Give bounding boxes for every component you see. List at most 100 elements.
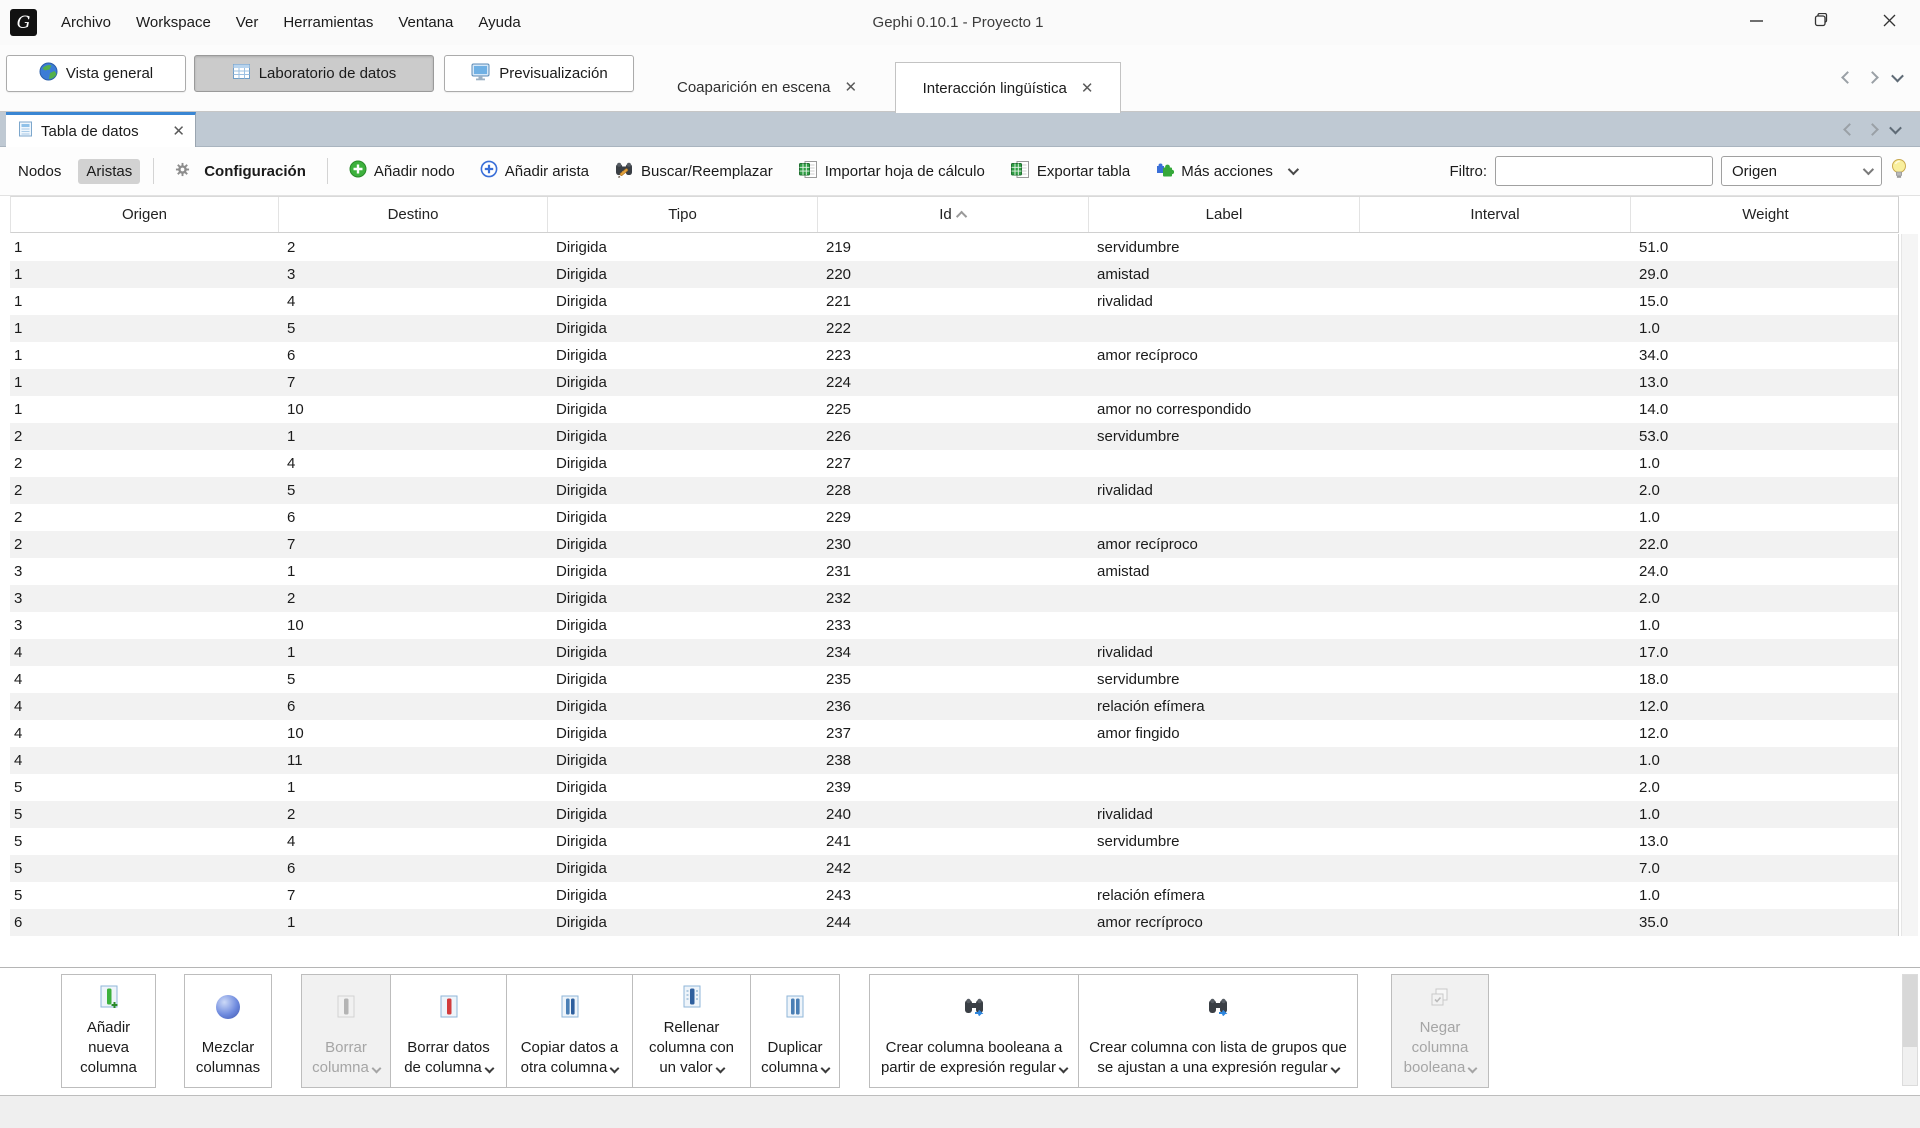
- table-cell[interactable]: 1: [278, 909, 547, 936]
- table-cell[interactable]: 232: [817, 585, 1088, 612]
- table-cell[interactable]: 229: [817, 504, 1088, 531]
- table-cell[interactable]: 6: [10, 909, 278, 936]
- table-cell[interactable]: 1.0: [1630, 450, 1899, 477]
- table-row[interactable]: 110Dirigida225amor no correspondido14.0: [10, 396, 1898, 423]
- table-cell[interactable]: 220: [817, 261, 1088, 288]
- clear-column-data-button[interactable]: Borrar datos de columna: [390, 974, 507, 1088]
- table-cell[interactable]: 234: [817, 639, 1088, 666]
- table-cell[interactable]: 10: [278, 612, 547, 639]
- table-cell[interactable]: Dirigida: [547, 342, 817, 369]
- column-header-tipo[interactable]: Tipo: [548, 197, 818, 232]
- column-header-id[interactable]: Id: [818, 197, 1089, 232]
- table-cell[interactable]: 1.0: [1630, 504, 1899, 531]
- table-cell[interactable]: 1: [10, 342, 278, 369]
- table-cell[interactable]: rivalidad: [1088, 639, 1359, 666]
- table-row[interactable]: 310Dirigida2331.0: [10, 612, 1898, 639]
- table-row[interactable]: 411Dirigida2381.0: [10, 747, 1898, 774]
- table-row[interactable]: 32Dirigida2322.0: [10, 585, 1898, 612]
- table-row[interactable]: 56Dirigida2427.0: [10, 855, 1898, 882]
- table-cell[interactable]: Dirigida: [547, 504, 817, 531]
- table-cell[interactable]: 4: [10, 639, 278, 666]
- table-cell[interactable]: Dirigida: [547, 261, 817, 288]
- table-cell[interactable]: amor recíproco: [1088, 342, 1359, 369]
- column-header-weight[interactable]: Weight: [1631, 197, 1900, 232]
- overview-view-button[interactable]: Vista general: [6, 55, 186, 92]
- table-cell[interactable]: amor fingido: [1088, 720, 1359, 747]
- table-cell[interactable]: 6: [278, 693, 547, 720]
- filter-column-select[interactable]: Origen: [1721, 156, 1882, 186]
- table-cell[interactable]: 239: [817, 774, 1088, 801]
- column-header-destino[interactable]: Destino: [279, 197, 548, 232]
- table-row[interactable]: 41Dirigida234rivalidad17.0: [10, 639, 1898, 666]
- table-cell[interactable]: Dirigida: [547, 558, 817, 585]
- table-row[interactable]: 15Dirigida2221.0: [10, 315, 1898, 342]
- table-cell[interactable]: 236: [817, 693, 1088, 720]
- table-cell[interactable]: 4: [10, 666, 278, 693]
- edges-toggle-button[interactable]: Aristas: [78, 159, 140, 184]
- copy-column-data-button[interactable]: Copiar datos a otra columna: [506, 974, 633, 1088]
- table-cell[interactable]: 6: [278, 342, 547, 369]
- table-cell[interactable]: 5: [10, 855, 278, 882]
- table-row[interactable]: 410Dirigida237amor fingido12.0: [10, 720, 1898, 747]
- table-cell[interactable]: 238: [817, 747, 1088, 774]
- table-cell[interactable]: servidumbre: [1088, 423, 1359, 450]
- table-cell[interactable]: Dirigida: [547, 909, 817, 936]
- table-row[interactable]: 46Dirigida236relación efímera12.0: [10, 693, 1898, 720]
- table-row[interactable]: 52Dirigida240rivalidad1.0: [10, 801, 1898, 828]
- preview-view-button[interactable]: Previsualización: [444, 55, 634, 92]
- table-cell[interactable]: servidumbre: [1088, 666, 1359, 693]
- table-cell[interactable]: 244: [817, 909, 1088, 936]
- table-cell[interactable]: [1088, 450, 1359, 477]
- column-header-label[interactable]: Label: [1089, 197, 1360, 232]
- table-cell[interactable]: 15.0: [1630, 288, 1899, 315]
- table-cell[interactable]: 3: [278, 261, 547, 288]
- table-cell[interactable]: 3: [10, 612, 278, 639]
- table-row[interactable]: 31Dirigida231amistad24.0: [10, 558, 1898, 585]
- table-cell[interactable]: Dirigida: [547, 747, 817, 774]
- table-cell[interactable]: [1359, 909, 1630, 936]
- table-cell[interactable]: [1088, 315, 1359, 342]
- more-actions-button[interactable]: Más acciones: [1147, 156, 1304, 187]
- table-cell[interactable]: [1359, 585, 1630, 612]
- table-cell[interactable]: [1088, 747, 1359, 774]
- table-cell[interactable]: 2: [278, 801, 547, 828]
- table-cell[interactable]: 5: [10, 774, 278, 801]
- close-workspace-icon[interactable]: ✕: [1081, 81, 1094, 96]
- add-new-column-button[interactable]: Añadir nueva columna: [61, 974, 156, 1088]
- import-spreadsheet-button[interactable]: Importar hoja de cálculo: [790, 156, 993, 187]
- table-cell[interactable]: 1: [10, 369, 278, 396]
- table-cell[interactable]: 4: [278, 288, 547, 315]
- table-cell[interactable]: 1.0: [1630, 882, 1899, 909]
- table-cell[interactable]: [1088, 612, 1359, 639]
- table-row[interactable]: 27Dirigida230amor recíproco22.0: [10, 531, 1898, 558]
- table-row[interactable]: 12Dirigida219servidumbre51.0: [10, 234, 1898, 261]
- panel-scrollbar-thumb[interactable]: [1903, 975, 1917, 1047]
- table-cell[interactable]: 1: [10, 288, 278, 315]
- table-cell[interactable]: 10: [278, 720, 547, 747]
- chevron-left-icon[interactable]: [1843, 123, 1856, 136]
- table-cell[interactable]: 7.0: [1630, 855, 1899, 882]
- table-cell[interactable]: [1359, 423, 1630, 450]
- table-cell[interactable]: 242: [817, 855, 1088, 882]
- table-cell[interactable]: [1359, 720, 1630, 747]
- table-cell[interactable]: 231: [817, 558, 1088, 585]
- add-node-button[interactable]: Añadir nodo: [341, 156, 463, 186]
- table-cell[interactable]: 5: [278, 315, 547, 342]
- table-cell[interactable]: Dirigida: [547, 477, 817, 504]
- menu-herramientas[interactable]: Herramientas: [283, 14, 373, 31]
- table-cell[interactable]: 7: [278, 882, 547, 909]
- menu-ver[interactable]: Ver: [236, 14, 259, 31]
- table-cell[interactable]: Dirigida: [547, 396, 817, 423]
- table-cell[interactable]: Dirigida: [547, 234, 817, 261]
- table-cell[interactable]: 2.0: [1630, 477, 1899, 504]
- table-cell[interactable]: [1359, 774, 1630, 801]
- table-cell[interactable]: 1: [10, 396, 278, 423]
- table-vertical-scrollbar[interactable]: [1901, 234, 1918, 936]
- table-cell[interactable]: 237: [817, 720, 1088, 747]
- table-cell[interactable]: [1088, 855, 1359, 882]
- table-cell[interactable]: [1088, 585, 1359, 612]
- table-cell[interactable]: 226: [817, 423, 1088, 450]
- table-cell[interactable]: Dirigida: [547, 774, 817, 801]
- table-cell[interactable]: Dirigida: [547, 531, 817, 558]
- duplicate-column-button[interactable]: Duplicar columna: [750, 974, 840, 1088]
